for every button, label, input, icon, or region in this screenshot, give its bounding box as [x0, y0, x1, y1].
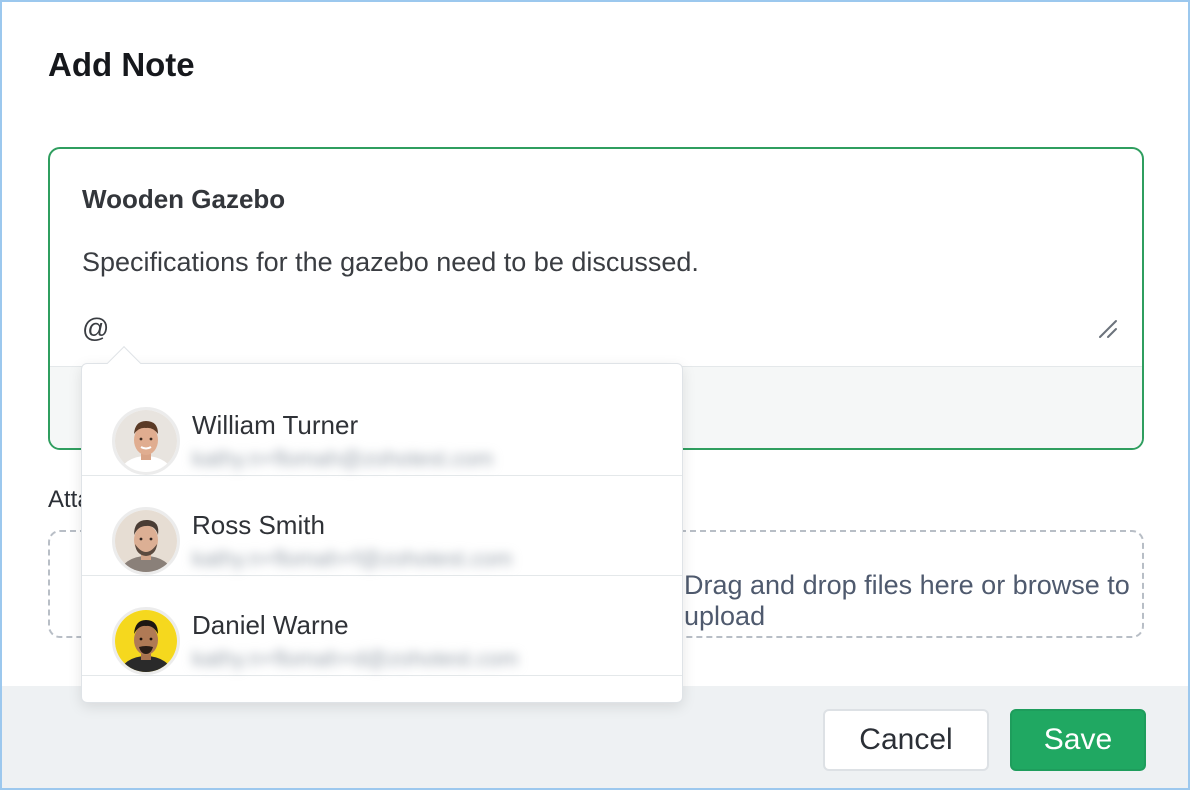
avatar — [112, 407, 180, 475]
note-body-text[interactable]: Specifications for the gazebo need to be… — [82, 247, 699, 278]
user-name: Daniel Warne — [192, 610, 349, 640]
mention-option-william-turner[interactable]: William Turner kathy.n+flomah@zohotest.c… — [82, 376, 682, 476]
user-name: William Turner — [192, 410, 359, 440]
avatar — [112, 507, 180, 575]
avatar — [112, 607, 180, 675]
user-email: kathy.n+flomah+d@zohotest.com — [192, 646, 519, 671]
mention-option-ross-smith[interactable]: Ross Smith kathy.n+flomah+f@zohotest.com — [82, 476, 682, 576]
dialog-title: Add Note — [48, 46, 195, 83]
user-email: kathy.n+flomah+f@zohotest.com — [192, 546, 513, 571]
add-note-dialog: Add Note Wooden Gazebo Specifications fo… — [0, 0, 1190, 790]
mention-option-daniel-warne[interactable]: Daniel Warne kathy.n+flomah+d@zohotest.c… — [82, 576, 682, 676]
note-title-text[interactable]: Wooden Gazebo — [82, 184, 285, 215]
user-email: kathy.n+flomah@zohotest.com — [192, 446, 494, 471]
cancel-button[interactable]: Cancel — [823, 709, 989, 771]
dropzone-text: Drag and drop files here or browse to up… — [684, 570, 1130, 631]
resize-handle-icon[interactable] — [1096, 317, 1118, 339]
mention-suggestions-dropdown: William Turner kathy.n+flomah@zohotest.c… — [81, 346, 683, 703]
mention-trigger-text[interactable]: @ — [82, 313, 109, 344]
save-button[interactable]: Save — [1010, 709, 1146, 771]
user-name: Ross Smith — [192, 510, 325, 540]
